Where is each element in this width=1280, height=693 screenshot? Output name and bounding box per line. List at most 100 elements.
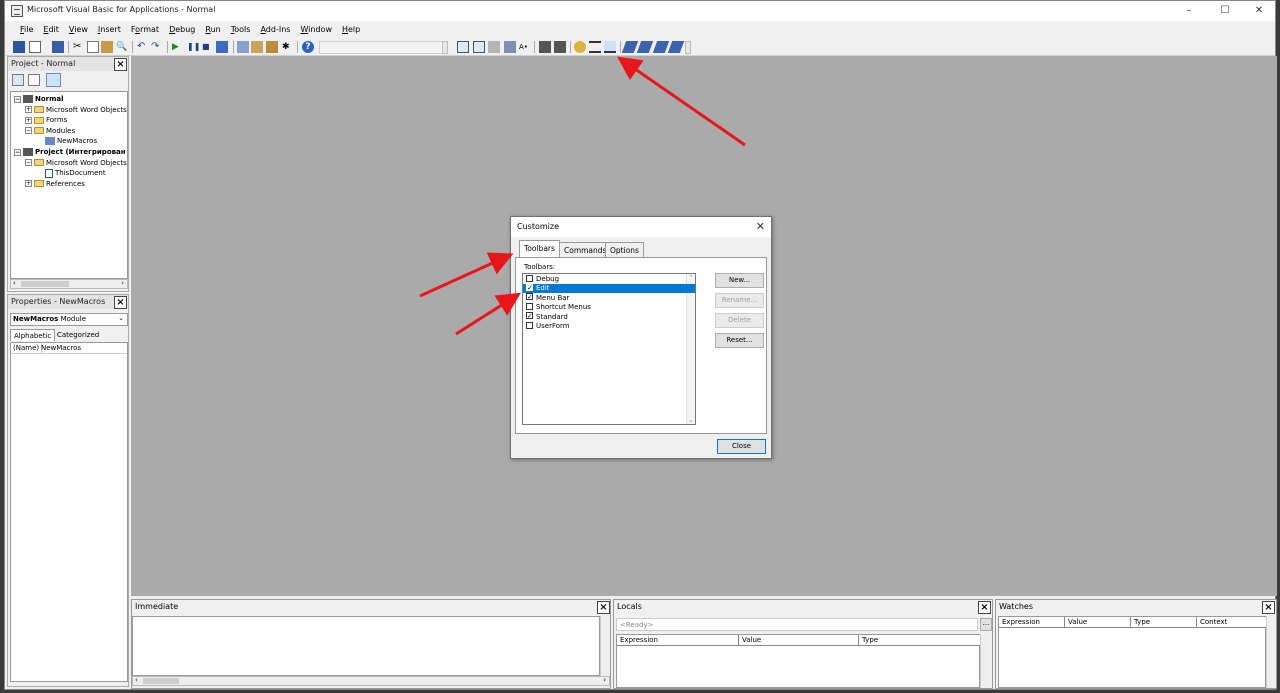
toolbar-list-item[interactable]: UserForm [523,321,695,331]
watches-close-button[interactable]: × [1262,601,1275,614]
tree-node[interactable]: NewMacros [36,136,97,147]
checkbox-checked-icon[interactable]: ✓ [526,312,533,320]
tab-options[interactable]: Options [605,242,644,257]
checkbox-icon[interactable] [526,274,533,282]
checkbox-icon[interactable] [526,321,533,329]
menu-insert[interactable]: Insert [93,21,126,39]
object-browser-icon[interactable] [266,41,278,53]
save-icon[interactable] [52,41,64,53]
toggle-breakpoint-icon[interactable] [488,41,500,53]
tab-commands[interactable]: Commands [559,242,612,257]
design-mode-icon[interactable] [216,41,228,53]
comment-block-icon[interactable] [539,41,551,53]
insert-userform-icon[interactable] [29,41,41,53]
tree-node[interactable]: ThisDocument [36,168,106,179]
maximize-button[interactable]: ☐ [1211,1,1239,21]
collapse-icon[interactable]: − [14,148,21,156]
toggle-folders-icon[interactable] [46,73,61,87]
properties-pane-close-button[interactable]: × [114,296,127,309]
toggle-bookmark-icon[interactable] [574,41,586,53]
toolbar-list-item[interactable]: ✓ Edit [523,283,695,294]
toolbar-list-item[interactable]: Shortcut Menus [523,302,695,312]
checkbox-checked-icon[interactable]: ✓ [526,293,533,301]
collapse-icon[interactable]: − [25,127,32,135]
view-object-icon[interactable] [28,74,40,86]
menu-format[interactable]: Format [126,21,164,39]
menu-edit[interactable]: Edit [38,21,64,39]
menu-help[interactable]: Help [337,21,365,39]
collapse-icon[interactable]: − [25,159,32,167]
break-icon[interactable]: ❚❚ [187,41,200,53]
outdent-icon[interactable] [473,41,485,53]
immediate-editor[interactable] [132,616,600,676]
checkbox-checked-icon[interactable]: ✓ [526,283,533,291]
tree-node[interactable]: − Project (Интегрирован [14,147,126,158]
expand-icon[interactable]: + [25,116,32,124]
column-header-type[interactable]: Type [859,635,981,646]
locals-vscroll[interactable] [980,634,989,688]
immediate-vscroll[interactable] [600,616,609,676]
expand-icon[interactable]: + [25,180,32,188]
next-bookmark-icon[interactable] [589,41,601,53]
tree-node[interactable]: + References [25,179,85,190]
properties-window-icon[interactable] [251,41,263,53]
column-header-context[interactable]: Context [1197,617,1267,628]
toolbar-overflow-grip[interactable] [442,41,448,54]
project-tree-hscroll[interactable]: ‹ › [10,279,128,289]
checkbox-icon[interactable] [526,302,533,310]
toolbar-location-combo[interactable] [319,41,447,54]
column-header-value[interactable]: Value [1065,617,1131,628]
new-button[interactable]: New... [715,273,764,288]
edit-toolbar-grip[interactable] [685,41,691,54]
collapse-icon[interactable]: − [14,95,21,103]
indent-icon[interactable] [457,41,469,53]
toolbox-icon[interactable]: ✱ [282,41,294,53]
menu-debug[interactable]: Debug [164,21,200,39]
column-header-value[interactable]: Value [739,635,859,646]
reset-button[interactable]: Reset... [715,333,764,348]
previous-bookmark-icon[interactable] [604,41,616,53]
toolbar-list-item[interactable]: ✓ Menu Bar [523,293,695,303]
expand-icon[interactable]: + [25,106,32,114]
parameter-info-icon[interactable] [652,41,670,53]
watches-vscroll[interactable] [1266,616,1275,688]
menu-run[interactable]: Run [200,21,225,39]
find-icon[interactable]: 🔍 [116,41,128,53]
view-code-icon[interactable] [12,74,24,86]
complete-word-icon[interactable]: A• [519,41,531,53]
toolbar-list-item[interactable]: Debug [523,274,695,284]
tree-node[interactable]: − Modules [25,126,75,137]
column-header-type[interactable]: Type [1131,617,1197,628]
tree-node[interactable]: − Microsoft Word Objects [25,158,127,169]
property-row[interactable]: (Name) NewMacros [11,343,127,354]
dialog-close-icon[interactable]: ✕ [756,220,765,233]
toolbars-list[interactable]: ⌃ ⌄ Debug ✓ Edit ✓ Menu Bar Shortcut Menus ✓ St… [522,273,696,425]
menu-view[interactable]: View [64,21,93,39]
menu-file[interactable]: File [15,21,38,39]
list-constants-icon[interactable] [667,41,685,53]
tab-alphabetic[interactable]: Alphabetic [10,329,56,341]
menu-tools[interactable]: Tools [226,21,256,39]
tab-categorized[interactable]: Categorized [54,329,102,341]
tree-node[interactable]: − Normal [14,94,64,105]
undo-icon[interactable]: ↶ [137,41,149,53]
close-window-button[interactable]: ✕ [1245,1,1273,21]
object-selector[interactable]: NewMacros Module ⌄ [10,313,128,326]
menu-addins[interactable]: Add-Ins [255,21,295,39]
quick-info-icon[interactable] [636,41,654,53]
column-header-expression[interactable]: Expression [617,635,739,646]
rename-button[interactable]: Rename... [715,293,764,308]
menu-window[interactable]: Window [295,21,337,39]
toolbar-list-item[interactable]: ✓ Standard [523,312,695,322]
copy-icon[interactable] [87,41,99,53]
project-pane-close-button[interactable]: × [114,58,127,71]
tree-node[interactable]: + Microsoft Word Objects [25,105,127,116]
project-explorer-icon[interactable] [237,41,249,53]
cut-icon[interactable]: ✂ [73,41,85,53]
immediate-hscroll[interactable]: ‹ › [132,676,610,686]
tab-toolbars[interactable]: Toolbars [519,240,560,257]
locals-close-button[interactable]: × [978,601,991,614]
minimize-button[interactable]: – [1175,1,1203,21]
run-icon[interactable]: ▶ [172,41,184,53]
redo-icon[interactable]: ↷ [151,41,163,53]
